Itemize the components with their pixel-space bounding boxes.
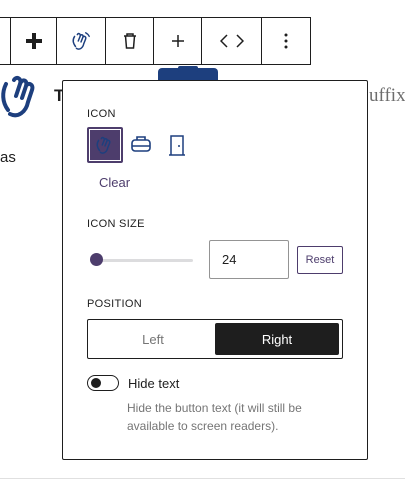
icon-size-label: ICON SIZE xyxy=(87,218,145,230)
drag-handle-button[interactable] xyxy=(11,18,57,64)
icon-section-label: ICON xyxy=(87,108,116,120)
block-type-button[interactable] xyxy=(57,18,106,64)
plus-bar-icon xyxy=(25,33,42,49)
kebab-icon xyxy=(284,33,288,49)
bg-text-fragment: as xyxy=(0,149,16,166)
code-icon xyxy=(219,34,244,48)
position-left-option[interactable]: Left xyxy=(91,323,215,355)
position-label: POSITION xyxy=(87,298,142,310)
waving-hand-icon xyxy=(1,75,35,118)
icon-option-door[interactable] xyxy=(159,127,195,163)
hide-text-help: Hide the button text (it will still be a… xyxy=(127,401,302,433)
position-toggle-group: Left Right xyxy=(87,319,343,359)
icon-size-slider-thumb[interactable] xyxy=(89,253,103,266)
robot-icon xyxy=(131,136,151,152)
hide-text-toggle[interactable] xyxy=(87,375,119,391)
delete-button[interactable] xyxy=(106,18,154,64)
icon-size-slider-track[interactable] xyxy=(91,259,193,262)
icon-option-robot[interactable] xyxy=(123,127,159,163)
waving-hand-icon xyxy=(96,136,111,154)
position-right-option[interactable]: Right xyxy=(215,323,339,355)
reset-size-button[interactable]: Reset xyxy=(297,246,343,274)
bg-suffix-fragment: uffix xyxy=(369,85,405,106)
trash-icon xyxy=(123,33,136,49)
add-block-button[interactable] xyxy=(154,18,202,64)
icon-option-waving-hand[interactable] xyxy=(87,127,123,163)
plus-icon xyxy=(171,35,184,47)
waving-hand-icon xyxy=(72,32,90,50)
more-options-button[interactable] xyxy=(262,18,310,64)
toggle-knob xyxy=(91,378,101,388)
block-toolbar xyxy=(0,17,311,65)
door-icon xyxy=(169,135,185,156)
clear-icon-button[interactable]: Clear xyxy=(99,175,130,190)
html-edit-button[interactable] xyxy=(202,18,262,64)
toolbar-edge xyxy=(0,18,11,64)
icon-size-input[interactable] xyxy=(209,240,289,279)
hide-text-label: Hide text xyxy=(128,376,180,391)
